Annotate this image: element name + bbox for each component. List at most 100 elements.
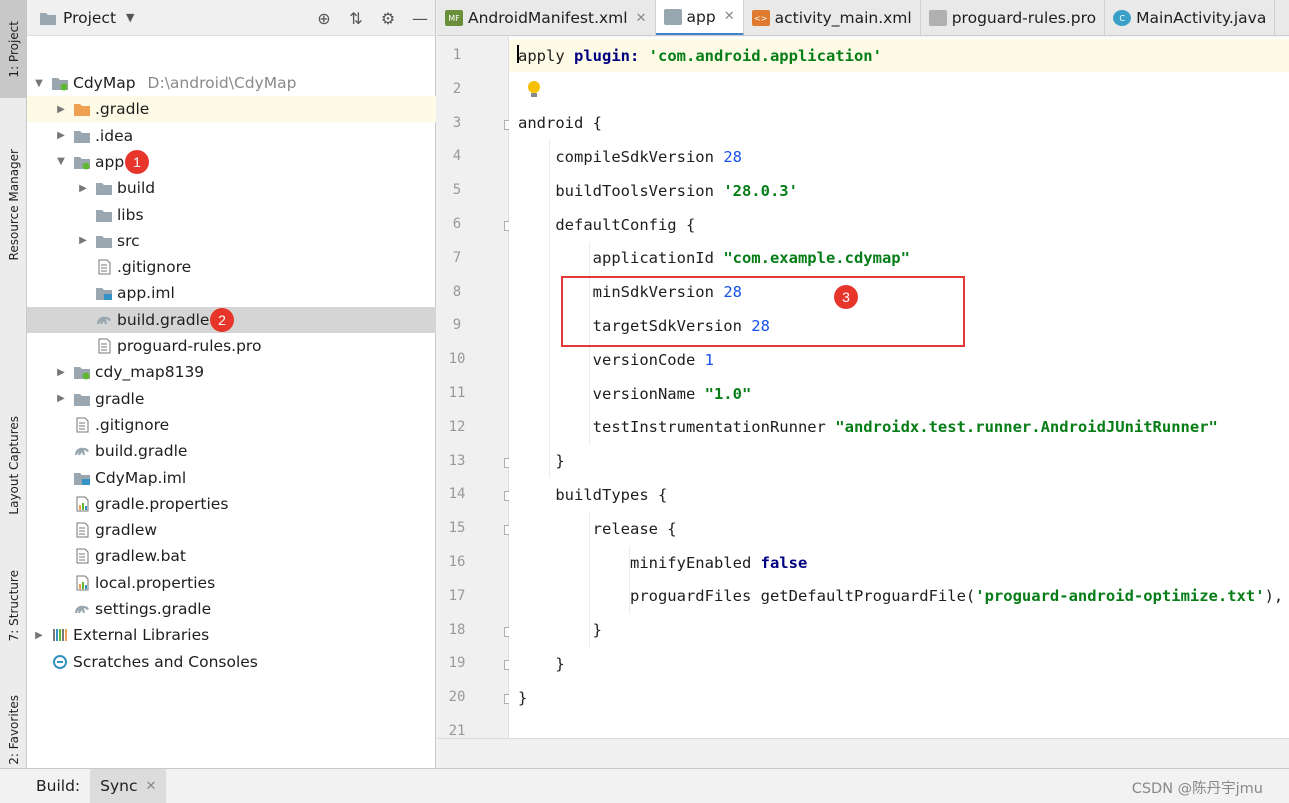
tree-item[interactable]: ▶ .gradle	[27, 96, 436, 123]
tree-item[interactable]: gradlew	[27, 517, 436, 543]
chevron-right-icon[interactable]: ▶	[55, 130, 67, 141]
code-line[interactable]: }	[509, 614, 1289, 647]
folder-icon	[73, 391, 91, 407]
properties-icon	[73, 575, 91, 591]
close-icon[interactable]: ✕	[146, 779, 157, 794]
tree-item[interactable]: gradle.properties	[27, 491, 436, 517]
editor-tab[interactable]: MF AndroidManifest.xml ✕	[437, 0, 656, 35]
code-line[interactable]: defaultConfig {	[509, 208, 1289, 241]
chevron-down-icon: ▼	[126, 11, 135, 24]
code-line[interactable]: apply plugin: 'com.android.application'	[509, 39, 1289, 72]
structure-tool-tab[interactable]: 7: Structure	[0, 556, 27, 656]
code-line[interactable]	[509, 715, 1289, 738]
chevron-down-icon[interactable]: ▼	[33, 78, 45, 89]
code-line[interactable]: testInstrumentationRunner "androidx.test…	[509, 411, 1289, 444]
tree-item-label: gradle.properties	[95, 494, 229, 513]
tree-item[interactable]: ▶ cdy_map8139	[27, 359, 436, 385]
collapse-all-icon[interactable]: ⇅	[347, 9, 365, 28]
code-line[interactable]	[509, 73, 1289, 106]
code-line[interactable]: versionName "1.0"	[509, 377, 1289, 410]
tree-item[interactable]: ▶ build	[27, 175, 436, 201]
build-tool-label[interactable]: Build:	[0, 769, 90, 803]
sync-tab[interactable]: Sync ✕	[90, 768, 167, 803]
line-number: 10	[448, 351, 466, 368]
favorites-tool-tab[interactable]: 2: Favorites	[0, 680, 27, 780]
chevron-right-icon[interactable]: ▶	[33, 630, 45, 641]
tree-item[interactable]: ▶ .idea	[27, 123, 436, 149]
code-line[interactable]: proguardFiles getDefaultProguardFile('pr…	[509, 580, 1289, 613]
tree-item[interactable]: settings.gradle	[27, 596, 436, 622]
tree-item[interactable]: Scratches and Consoles	[27, 649, 436, 675]
code-line[interactable]: versionCode 1	[509, 343, 1289, 376]
tree-item[interactable]: build.gradle	[27, 438, 436, 464]
editor-tab-label: proguard-rules.pro	[951, 9, 1097, 27]
code-line[interactable]: compileSdkVersion 28	[509, 140, 1289, 173]
line-number: 1	[452, 47, 462, 63]
tree-item-path: D:\android\CdyMap	[147, 74, 297, 92]
code-line[interactable]: }	[509, 681, 1289, 714]
line-number: 6	[452, 216, 462, 232]
tool-window-strip: 1: Project Resource Manager Layout Captu…	[0, 0, 27, 768]
tree-item-label: gradlew	[95, 521, 158, 540]
editor-tab[interactable]: app ✕	[655, 0, 744, 35]
tree-item[interactable]: local.properties	[27, 570, 436, 596]
close-icon[interactable]: ✕	[724, 9, 735, 24]
gear-icon[interactable]: ⚙	[379, 9, 397, 28]
project-tool-tab[interactable]: 1: Project	[0, 0, 27, 98]
code-token: }	[518, 452, 565, 471]
editor-tab[interactable]: C MainActivity.java	[1105, 0, 1276, 35]
structure-label: 7: Structure	[6, 570, 21, 642]
code-token: }	[518, 621, 602, 640]
code-line[interactable]: applicationId "com.example.cdymap"	[509, 242, 1289, 275]
tree-item[interactable]: ▼ CdyMap D:\android\CdyMap	[27, 70, 436, 96]
tree-item-label: gradlew.bat	[95, 547, 186, 566]
tree-item[interactable]: ▶ src	[27, 228, 436, 254]
tree-item[interactable]: .gitignore	[27, 254, 436, 280]
tree-item[interactable]: proguard-rules.pro	[27, 333, 436, 359]
file-icon	[928, 10, 947, 26]
code-token: }	[518, 654, 565, 673]
resource-manager-tool-tab[interactable]: Resource Manager	[0, 130, 27, 280]
editor-tab[interactable]: <> activity_main.xml	[744, 0, 921, 35]
code-line[interactable]: buildTypes {	[509, 478, 1289, 511]
editor-tab-label: app	[686, 7, 716, 26]
tree-item[interactable]: app.iml	[27, 280, 436, 306]
chevron-right-icon[interactable]: ▶	[55, 104, 67, 115]
code-line[interactable]: }	[509, 445, 1289, 478]
project-view-selector[interactable]: Project ▼	[39, 9, 135, 27]
code-editor[interactable]: apply plugin: 'com.android.application' a…	[509, 37, 1289, 738]
tree-item-label: CdyMap	[73, 74, 136, 92]
chevron-down-icon[interactable]: ▼	[55, 156, 67, 167]
hide-panel-icon[interactable]: —	[411, 9, 429, 28]
file-icon	[95, 259, 113, 275]
locate-file-icon[interactable]: ⊕	[315, 9, 333, 28]
gradle-icon	[663, 8, 682, 25]
tree-item[interactable]: ▶ External Libraries	[27, 622, 436, 648]
tree-item[interactable]: ▼ app	[27, 149, 436, 175]
chevron-right-icon[interactable]: ▶	[77, 183, 89, 194]
class-icon: C	[1113, 10, 1132, 26]
iml-icon	[95, 285, 113, 301]
code-line[interactable]: release {	[509, 512, 1289, 545]
layout-captures-tool-tab[interactable]: Layout Captures	[0, 400, 27, 530]
close-icon[interactable]: ✕	[636, 11, 647, 26]
tree-item[interactable]: libs	[27, 202, 436, 228]
code-token: "1.0"	[704, 384, 752, 403]
tree-item[interactable]: gradlew.bat	[27, 543, 436, 569]
chevron-right-icon[interactable]: ▶	[77, 235, 89, 246]
tree-item[interactable]: .gitignore	[27, 412, 436, 438]
code-token: buildToolsVersion	[518, 181, 724, 200]
code-line[interactable]: minifyEnabled false	[509, 546, 1289, 579]
lightbulb-icon[interactable]	[527, 80, 541, 104]
code-line[interactable]: android {	[509, 107, 1289, 140]
editor-tab[interactable]: proguard-rules.pro	[921, 0, 1106, 35]
chevron-right-icon[interactable]: ▶	[55, 367, 67, 378]
chevron-right-icon[interactable]: ▶	[55, 393, 67, 404]
code-line[interactable]: }	[509, 647, 1289, 680]
code-line[interactable]: buildToolsVersion '28.0.3'	[509, 174, 1289, 207]
tree-item-label: settings.gradle	[95, 600, 212, 618]
tree-item[interactable]: CdyMap.iml	[27, 465, 436, 491]
tree-item-label: cdy_map8139	[95, 363, 205, 382]
line-number: 14	[448, 486, 466, 503]
tree-item[interactable]: ▶ gradle	[27, 386, 436, 412]
